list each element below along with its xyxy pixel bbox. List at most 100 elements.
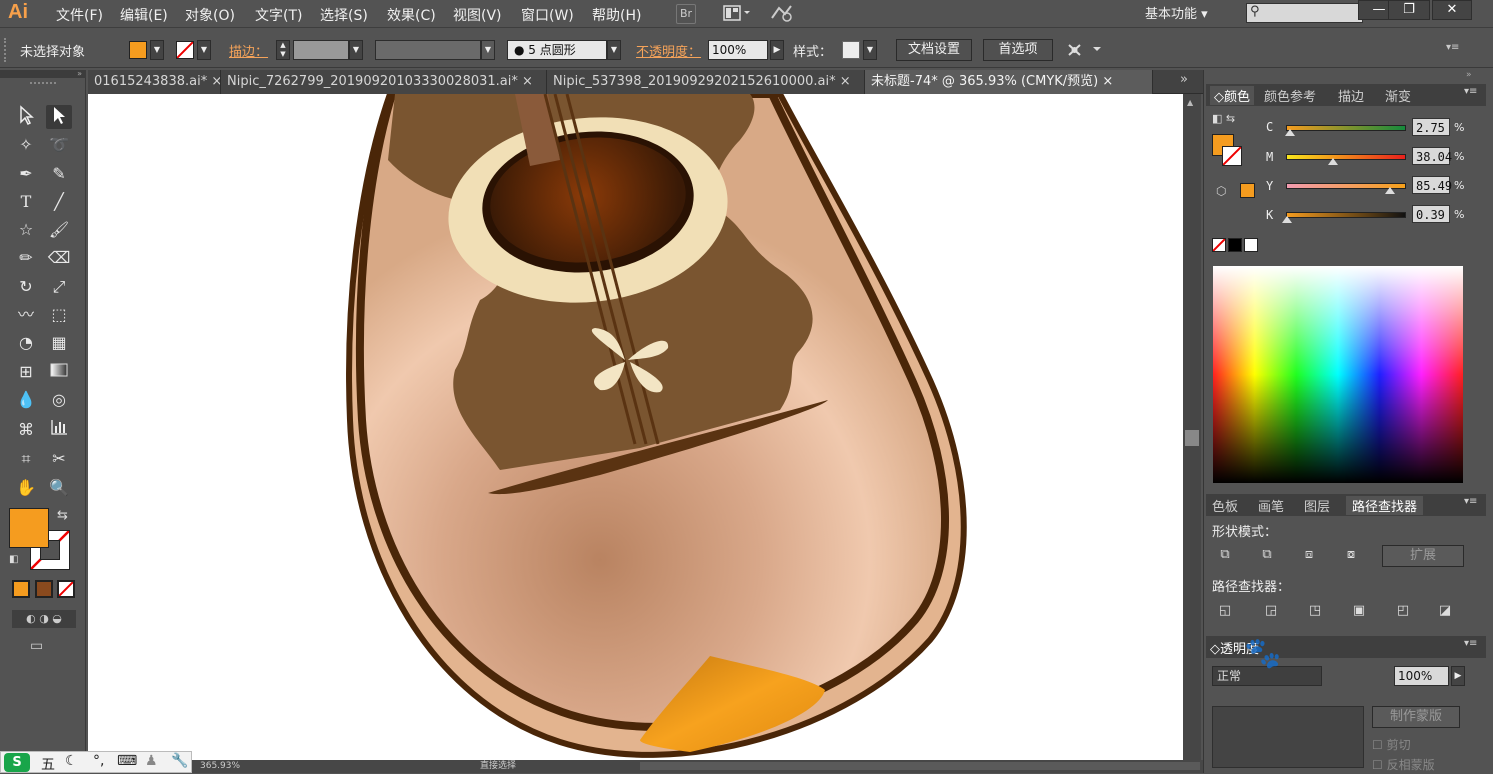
- pencil-tool-icon[interactable]: ✏: [13, 246, 39, 270]
- pathfinder-menu-icon[interactable]: ▾≡: [1464, 496, 1477, 507]
- stroke-swatch[interactable]: [176, 41, 194, 59]
- variable-width-profile[interactable]: [375, 40, 481, 60]
- ime-mode-label[interactable]: 五: [41, 754, 55, 774]
- zoom-tool-icon[interactable]: 🔍: [46, 476, 72, 500]
- tab-pathfinder[interactable]: 路径查找器: [1346, 496, 1424, 515]
- artboard-tool-icon[interactable]: ⌗: [13, 447, 39, 471]
- symbol-sprayer-tool-icon[interactable]: ⌘: [13, 418, 39, 442]
- channel-value-k[interactable]: 0.39: [1412, 205, 1450, 223]
- warp-tool-icon[interactable]: 〰: [13, 303, 39, 327]
- keyboard-icon[interactable]: ⌨: [117, 753, 137, 769]
- black-swatch[interactable]: [1228, 238, 1242, 252]
- scroll-thumb[interactable]: [1185, 430, 1199, 446]
- gradient-tool-icon[interactable]: [46, 360, 72, 384]
- invert-mask-checkbox[interactable]: ☐ 反相蒙版: [1372, 756, 1435, 773]
- gpu-performance-icon[interactable]: [768, 4, 796, 24]
- channel-value-y[interactable]: 85.49: [1412, 176, 1452, 194]
- star-tool-icon[interactable]: ☆: [13, 218, 39, 242]
- menu-file[interactable]: 文件(F): [56, 5, 103, 25]
- transparency-menu-icon[interactable]: ▾≡: [1464, 638, 1477, 649]
- make-mask-button[interactable]: 制作蒙版: [1372, 706, 1460, 728]
- selection-tool-icon[interactable]: [13, 105, 39, 129]
- intersect-icon[interactable]: ⧈: [1300, 546, 1318, 564]
- menu-view[interactable]: 视图(V): [453, 5, 502, 25]
- tabs-overflow-icon[interactable]: »: [1180, 72, 1188, 87]
- slice-tool-icon[interactable]: ✂: [46, 447, 72, 471]
- settings-wrench-icon[interactable]: 🔧: [171, 753, 188, 769]
- document-setup-button[interactable]: 文档设置: [896, 39, 972, 61]
- drawing-modes-icon[interactable]: ◐ ◑ ◒: [12, 610, 76, 628]
- arrange-documents-icon[interactable]: [720, 4, 754, 24]
- channel-value-c[interactable]: 2.75: [1412, 118, 1450, 136]
- scroll-up-icon[interactable]: ▲: [1187, 98, 1193, 107]
- slider-knob[interactable]: [1282, 216, 1293, 223]
- slider-knob[interactable]: [1384, 187, 1395, 194]
- slider-k[interactable]: [1282, 212, 1406, 223]
- bridge-button[interactable]: Br: [676, 4, 696, 24]
- swap-fill-stroke-icon[interactable]: ⇆: [57, 508, 68, 523]
- unite-icon[interactable]: ⧉: [1216, 546, 1234, 564]
- fill-dropdown-icon[interactable]: ▼: [150, 40, 164, 60]
- slider-knob[interactable]: [1285, 129, 1296, 136]
- menu-window[interactable]: 窗口(W): [521, 5, 574, 25]
- color-mode-button[interactable]: [12, 580, 30, 598]
- scale-tool-icon[interactable]: ⤢: [46, 275, 72, 299]
- gamut-swatch[interactable]: [1240, 183, 1255, 198]
- opacity-slider-arrow-icon[interactable]: ▶: [770, 40, 784, 60]
- small-default-colors-icon[interactable]: ◧ ⇆: [1212, 112, 1235, 125]
- tab-document-3[interactable]: Nipic_537398_20190929202152610000.ai* ×: [547, 70, 865, 94]
- perspective-grid-tool-icon[interactable]: ▦: [46, 331, 72, 355]
- mandolin-artwork[interactable]: [88, 94, 1183, 760]
- slider-knob[interactable]: [1327, 158, 1338, 165]
- sogou-ime-icon[interactable]: S: [4, 753, 30, 772]
- slider-y[interactable]: [1286, 183, 1406, 194]
- clip-checkbox[interactable]: ☐ 剪切: [1372, 736, 1411, 753]
- minus-front-icon[interactable]: ⧉: [1258, 546, 1276, 564]
- out-of-gamut-cube-icon[interactable]: ⬡: [1216, 184, 1226, 198]
- style-dropdown-icon[interactable]: ▼: [863, 40, 877, 60]
- minus-back-icon[interactable]: ◪: [1436, 602, 1454, 620]
- toolbox-grip[interactable]: [30, 82, 56, 86]
- restore-button[interactable]: ❐: [1388, 0, 1430, 20]
- none-swatch[interactable]: [1212, 238, 1226, 252]
- type-tool-icon[interactable]: T: [13, 190, 39, 214]
- tab-document-1[interactable]: 01615243838.ai* ×: [88, 70, 221, 94]
- channel-value-m[interactable]: 38.04: [1412, 147, 1452, 165]
- close-button[interactable]: ✕: [1432, 0, 1472, 20]
- preferences-button[interactable]: 首选项: [983, 39, 1053, 61]
- slider-m[interactable]: [1286, 154, 1406, 165]
- panel-stroke-swatch[interactable]: [1222, 146, 1242, 166]
- shape-builder-tool-icon[interactable]: ◔: [13, 331, 39, 355]
- tab-brushes[interactable]: 画笔: [1258, 496, 1284, 515]
- divide-icon[interactable]: ◱: [1216, 602, 1234, 620]
- default-fill-stroke-icon[interactable]: ◧: [9, 554, 18, 565]
- opacity-input[interactable]: 100%: [708, 40, 768, 60]
- toolbox-collapse-icon[interactable]: »: [0, 70, 86, 78]
- fill-swatch[interactable]: [129, 41, 147, 59]
- vertical-scrollbar[interactable]: ▲: [1183, 94, 1201, 760]
- menu-object[interactable]: 对象(O): [185, 5, 235, 25]
- dock-collapse-icon[interactable]: »: [1466, 70, 1472, 80]
- moon-icon[interactable]: ☾: [65, 753, 78, 769]
- line-tool-icon[interactable]: ╱: [46, 190, 72, 214]
- graphic-style-swatch[interactable]: [842, 41, 860, 59]
- grip-handle[interactable]: [4, 38, 6, 62]
- artboard-canvas[interactable]: [88, 94, 1183, 760]
- brush-definition[interactable]: ● 5 点圆形: [507, 40, 607, 60]
- magic-wand-tool-icon[interactable]: ✧: [13, 133, 39, 157]
- tab-gradient[interactable]: 渐变: [1385, 86, 1411, 105]
- stroke-label[interactable]: 描边：: [229, 41, 268, 60]
- outline-icon[interactable]: ◰: [1394, 602, 1412, 620]
- screen-mode-icon[interactable]: ▭: [30, 638, 43, 654]
- exclude-icon[interactable]: ⧇: [1342, 546, 1360, 564]
- eraser-tool-icon[interactable]: ⌫: [46, 246, 72, 270]
- free-transform-tool-icon[interactable]: ⬚: [46, 303, 72, 327]
- user-icon[interactable]: ♟: [145, 753, 158, 769]
- curvature-tool-icon[interactable]: ✎: [46, 162, 72, 186]
- width-profile-dropdown-icon[interactable]: ▼: [481, 40, 495, 60]
- menu-select[interactable]: 选择(S): [320, 5, 368, 25]
- lasso-tool-icon[interactable]: ➰: [46, 133, 72, 157]
- menu-type[interactable]: 文字(T): [255, 5, 302, 25]
- tab-color[interactable]: ◇颜色: [1210, 86, 1255, 105]
- color-spectrum[interactable]: [1213, 266, 1463, 483]
